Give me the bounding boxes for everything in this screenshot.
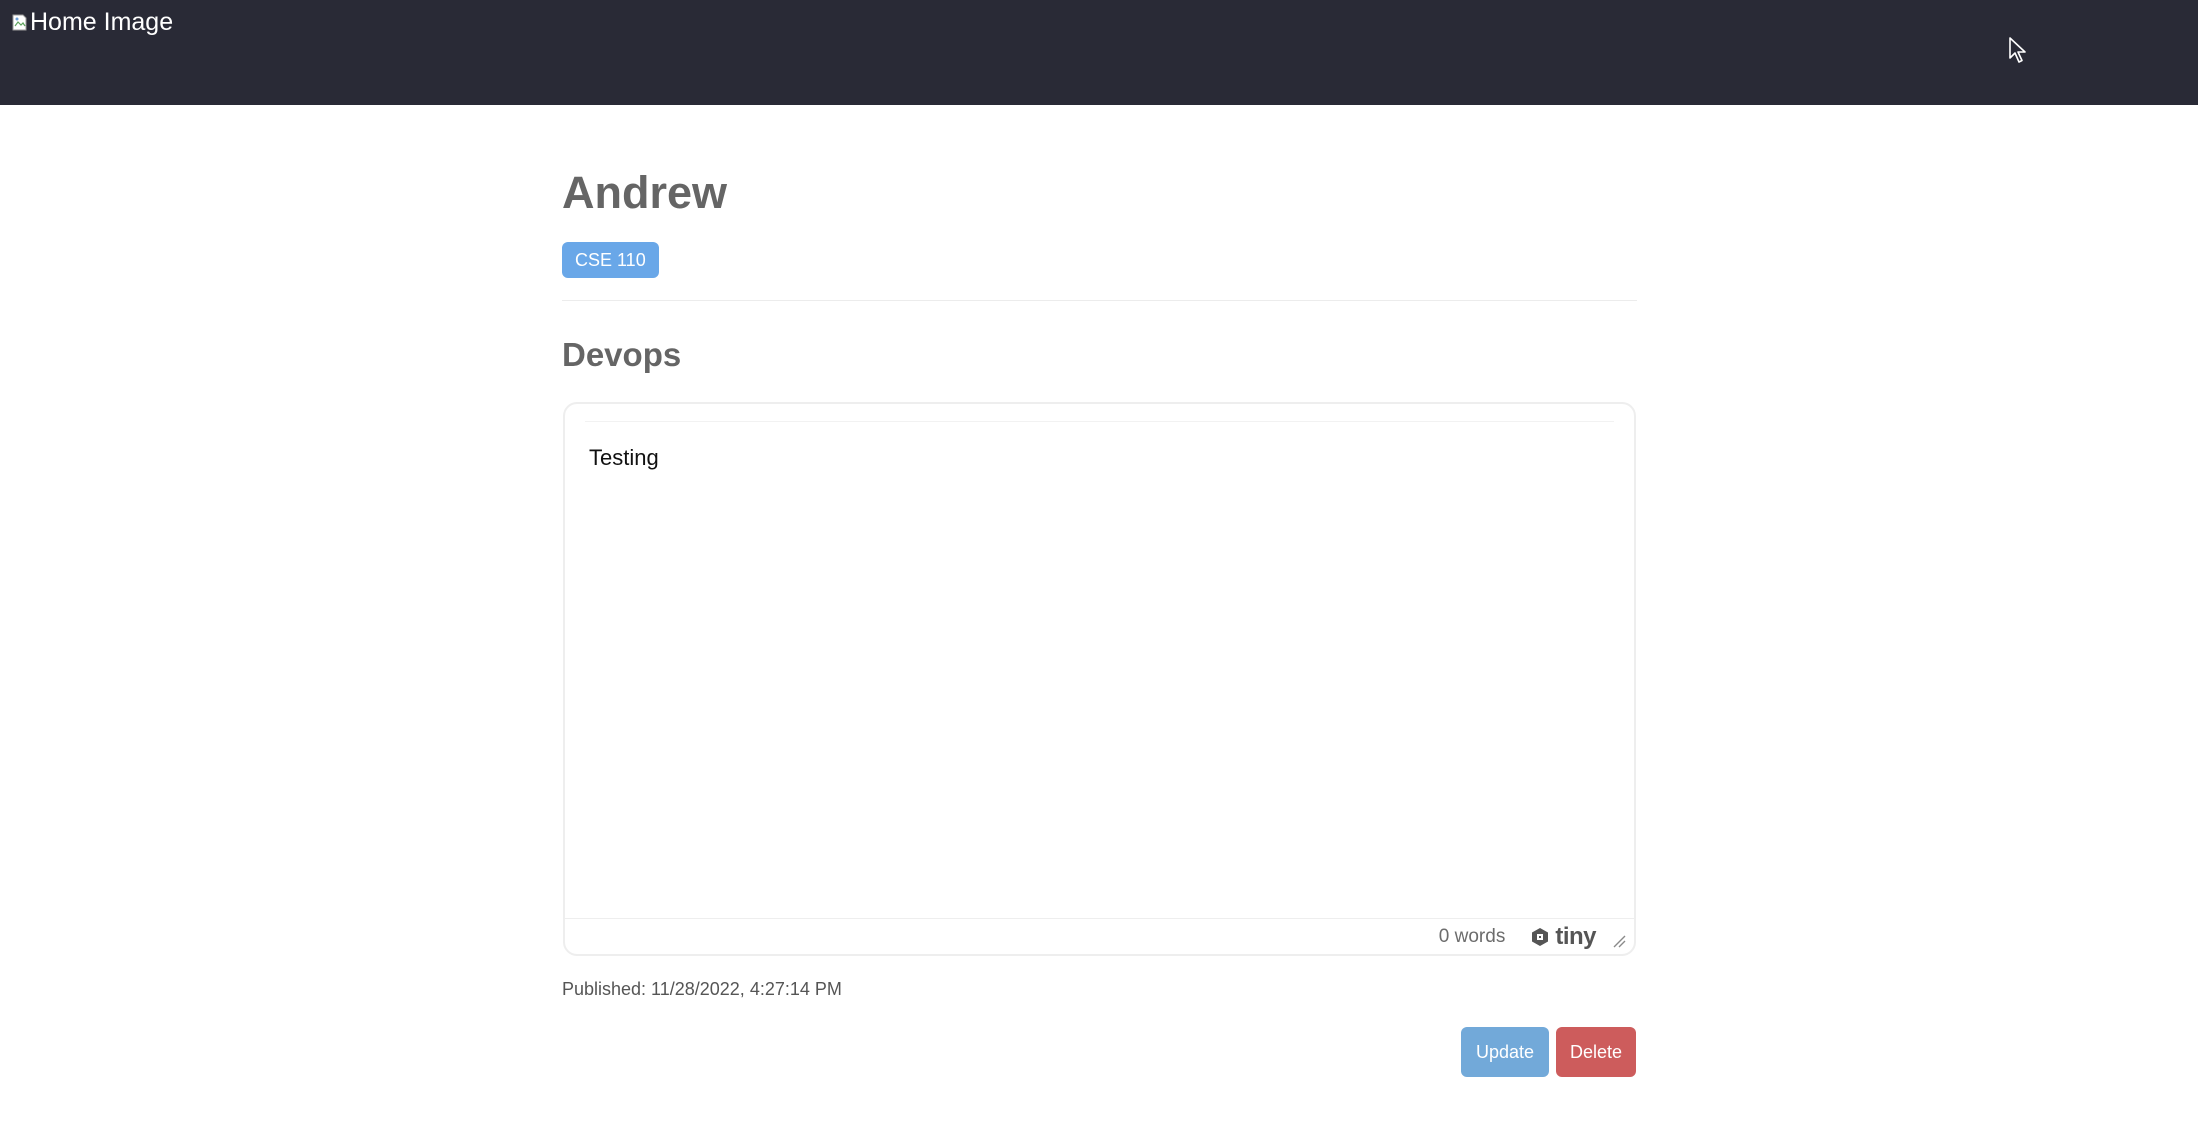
broken-image-icon: [12, 14, 27, 30]
user-name-heading: Andrew: [562, 167, 728, 218]
post-title: Devops: [562, 336, 682, 373]
editor-toolbar-divider: [585, 421, 1614, 422]
cursor-arrow-icon: [2009, 37, 2026, 63]
course-badge[interactable]: CSE 110: [562, 242, 659, 278]
editor-statusbar: 0 words tiny: [565, 918, 1634, 954]
resize-handle-icon[interactable]: [1612, 934, 1626, 948]
update-button[interactable]: Update: [1461, 1027, 1549, 1077]
editor-body-text[interactable]: Testing: [589, 444, 659, 472]
home-image-link[interactable]: Home Image: [11, 8, 173, 36]
home-image-alt-text: Home Image: [30, 8, 174, 36]
tiny-logo-icon: [1532, 927, 1549, 946]
top-navbar: Home Image: [0, 0, 2198, 105]
divider: [562, 300, 1637, 301]
published-timestamp: Published: 11/28/2022, 4:27:14 PM: [562, 979, 842, 999]
delete-button[interactable]: Delete: [1556, 1027, 1636, 1077]
rich-text-editor[interactable]: Testing 0 words tiny: [563, 402, 1636, 956]
tiny-brand-text: tiny: [1555, 922, 1596, 950]
word-count[interactable]: 0 words: [1439, 926, 1506, 948]
tiny-brand-link[interactable]: tiny: [1529, 923, 1596, 951]
